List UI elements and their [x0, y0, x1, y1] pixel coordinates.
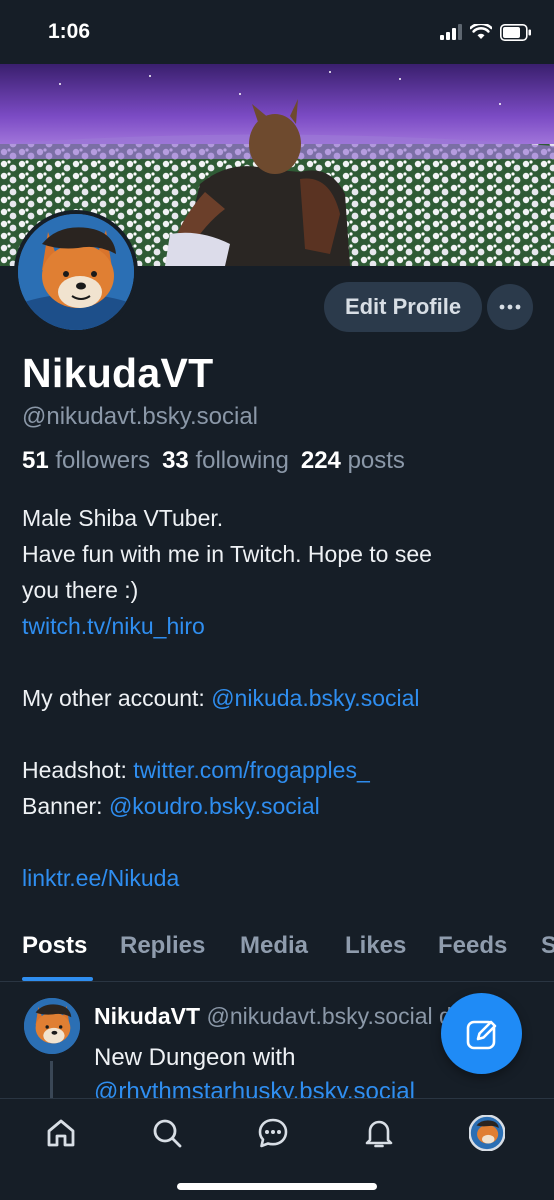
home-indicator: [177, 1183, 377, 1190]
wifi-icon: [470, 24, 492, 39]
tab-replies[interactable]: Replies: [120, 932, 205, 960]
status-time: 1:06: [48, 20, 91, 43]
bio-line: Have fun with me in Twitch. Hope to see: [22, 541, 432, 567]
tab-feeds[interactable]: Feeds: [438, 932, 507, 960]
followers-count: 51: [22, 447, 49, 474]
signal-icon: [440, 24, 462, 40]
display-name: NikudaVT: [22, 350, 214, 396]
bio-line: Male Shiba VTuber.: [22, 505, 224, 531]
nav-profile[interactable]: [467, 1113, 507, 1153]
nav-chat[interactable]: [253, 1113, 293, 1153]
avatar-image: [18, 214, 134, 330]
post-author-avatar[interactable]: [24, 998, 80, 1054]
compose-button[interactable]: [441, 993, 522, 1074]
profile-handle: @nikudavt.bsky.social: [22, 403, 259, 430]
following-label: following: [195, 447, 289, 474]
followers-stat[interactable]: 51 followers: [22, 447, 150, 474]
following-stat[interactable]: 33 following: [162, 447, 289, 474]
other-account-label: My other account:: [22, 685, 212, 711]
tab-likes[interactable]: Likes: [345, 932, 406, 960]
headshot-link[interactable]: twitter.com/frogapples_: [133, 757, 370, 783]
headshot-label: Headshot:: [22, 757, 134, 783]
active-tab-indicator: [22, 977, 93, 981]
posts-count: 224: [300, 447, 341, 474]
profile-avatar[interactable]: [14, 210, 138, 334]
edit-profile-button[interactable]: Edit Profile: [324, 282, 482, 332]
posts-label: posts: [347, 447, 405, 474]
nav-search[interactable]: [147, 1113, 187, 1153]
profile-stats: 51 followers 33 following 224 posts: [22, 447, 405, 475]
chat-icon: [258, 1118, 288, 1148]
profile-tabs: Posts Replies Media Likes Feeds S: [0, 918, 554, 982]
twitch-link[interactable]: twitch.tv/niku_hiro: [22, 613, 205, 639]
tab-posts[interactable]: Posts: [22, 932, 87, 960]
profile-bio: Male Shiba VTuber. Have fun with me in T…: [22, 500, 542, 896]
other-account-link[interactable]: @nikuda.bsky.social: [211, 685, 419, 711]
search-icon: [153, 1119, 182, 1148]
home-icon: [47, 1119, 75, 1147]
bio-line: you there :): [22, 577, 139, 603]
post-author-handle: @nikudavt.bsky.social: [206, 1003, 433, 1029]
more-options-button[interactable]: [487, 284, 533, 330]
avatar-image: [24, 998, 80, 1054]
thread-line: [50, 1061, 53, 1098]
ellipsis-icon: [499, 304, 521, 310]
tab-starter-packs[interactable]: S: [541, 932, 554, 960]
compose-icon: [466, 1020, 496, 1049]
post-author-name[interactable]: NikudaVT: [94, 1003, 200, 1029]
linktree-link[interactable]: linktr.ee/Nikuda: [22, 865, 179, 891]
status-icons: [440, 22, 532, 42]
post-mention-link[interactable]: @rhythmstarhusky.bsky.social: [94, 1078, 415, 1098]
following-count: 33: [162, 447, 189, 474]
nav-home[interactable]: [41, 1113, 81, 1153]
post-text: New Dungeon with @rhythmstarhusky.bsky.s…: [94, 1041, 415, 1098]
post-header: NikudaVT @nikudavt.bsky.social d: [94, 1003, 452, 1030]
status-bar: 1:06: [0, 0, 554, 64]
posts-stat: 224 posts: [301, 447, 405, 474]
banner-credit-label: Banner:: [22, 793, 109, 819]
post-text-line: New Dungeon with: [94, 1044, 296, 1071]
battery-icon: [500, 23, 531, 41]
profile-avatar-icon: [469, 1115, 505, 1151]
followers-label: followers: [55, 447, 151, 474]
nav-notifications[interactable]: [359, 1113, 399, 1153]
tab-media[interactable]: Media: [240, 932, 308, 960]
banner-credit-link[interactable]: @koudro.bsky.social: [109, 793, 320, 819]
bell-icon: [365, 1120, 393, 1148]
